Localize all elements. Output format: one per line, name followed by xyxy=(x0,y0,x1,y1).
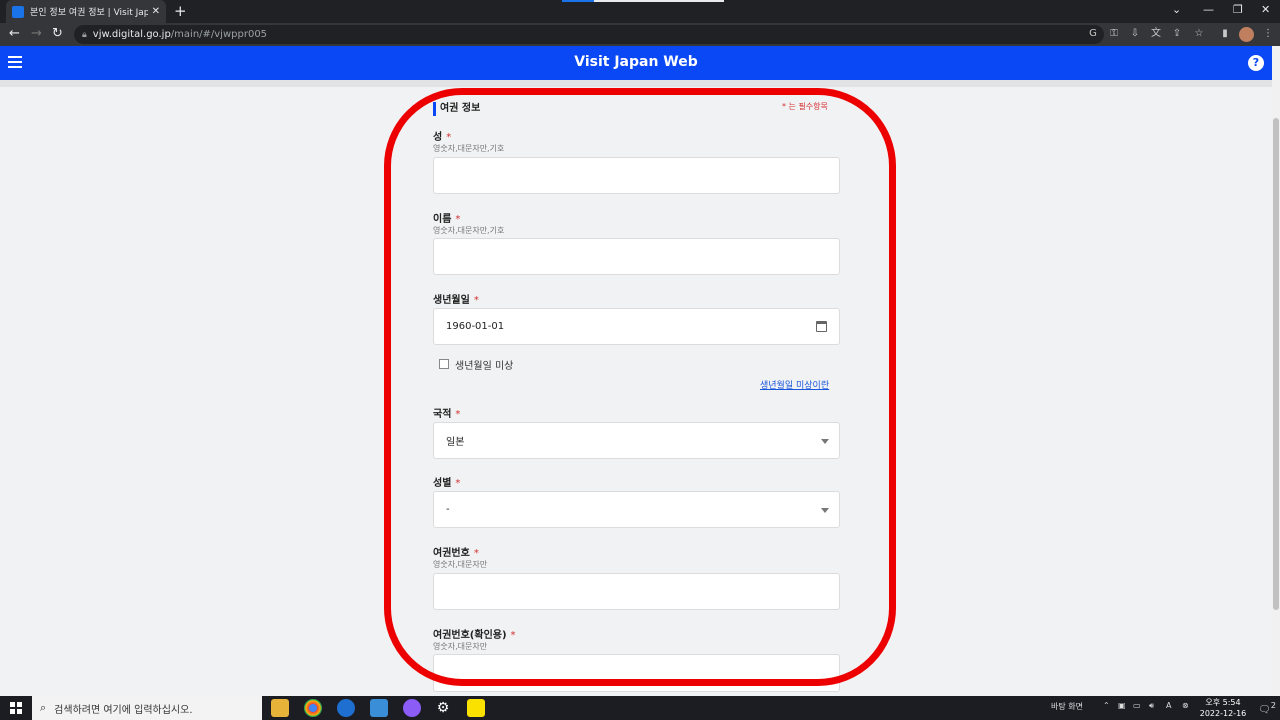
windows-start-icon[interactable] xyxy=(10,702,22,714)
help-icon[interactable]: ? xyxy=(1248,55,1264,71)
remote-desktop-icon[interactable] xyxy=(370,699,388,717)
internet-explorer-icon[interactable] xyxy=(337,699,355,717)
site-favicon-icon xyxy=(12,5,24,18)
key-icon[interactable]: ⚿ xyxy=(1108,28,1120,40)
page-scrollbar-thumb[interactable] xyxy=(1273,118,1279,610)
kakaotalk-icon[interactable] xyxy=(467,699,485,717)
browser-toolbar: ← → ↻ 🔒︎ vjw.digital.go.jp /main/#/vjwpp… xyxy=(0,23,1280,46)
volume-icon[interactable]: 🔊︎ xyxy=(1149,701,1154,711)
install-icon[interactable]: ⇩ xyxy=(1129,28,1141,40)
app-title: Visit Japan Web xyxy=(574,54,698,70)
chrome-icon[interactable] xyxy=(304,699,322,717)
tab-close-icon[interactable]: ✕ xyxy=(152,6,160,17)
taskbar-clock[interactable]: 오후 5:54 2022-12-16 xyxy=(1198,697,1248,719)
windows-taskbar: ⌕ 검색하려면 여기에 입력하십시오. ⚙ 바탕 화면 ⌃ ▣ ▭ 🔊︎ A ⊗… xyxy=(0,696,1280,720)
clock-time: 오후 5:54 xyxy=(1205,698,1241,707)
lock-icon: 🔒︎ xyxy=(82,29,87,40)
window-minimize-button[interactable]: — xyxy=(1203,3,1214,16)
desktop-toolbar-label[interactable]: 바탕 화면 xyxy=(1051,701,1083,712)
taskbar-search-placeholder: 검색하려면 여기에 입력하십시오. xyxy=(54,704,193,716)
url-host: vjw.digital.go.jp xyxy=(92,29,171,40)
new-tab-button[interactable]: + xyxy=(174,2,187,20)
header-shadow xyxy=(0,80,1272,87)
translate-icon[interactable]: 文 xyxy=(1150,28,1162,40)
network-icon[interactable]: ▭ xyxy=(1133,701,1141,710)
window-restore-button[interactable]: ❐ xyxy=(1233,3,1243,16)
tab-strip-accent-light xyxy=(594,0,724,2)
bookmark-star-icon[interactable]: ☆ xyxy=(1193,28,1205,40)
profile-avatar[interactable] xyxy=(1239,27,1254,42)
tab-search-icon[interactable]: ⌄ xyxy=(1172,3,1181,16)
tab-title: 본인 정보 여권 정보 | Visit Japan xyxy=(30,8,148,18)
input-mode-icon[interactable]: A xyxy=(1166,701,1171,710)
side-panel-icon[interactable]: ▮ xyxy=(1219,28,1231,40)
share-icon[interactable]: ⇪ xyxy=(1171,28,1183,40)
notification-count: 2 xyxy=(1270,700,1277,710)
clock-date: 2022-12-16 xyxy=(1199,709,1247,718)
notification-icon[interactable]: 🗨︎2 xyxy=(1258,700,1276,715)
address-bar[interactable]: 🔒︎ vjw.digital.go.jp /main/#/vjwppr005 xyxy=(74,25,1104,44)
back-arrow-icon[interactable]: ← xyxy=(9,26,20,41)
url-path: /main/#/vjwppr005 xyxy=(170,29,268,40)
tray-expand-icon[interactable]: ⌃ xyxy=(1103,701,1110,710)
search-icon: ⌕ xyxy=(40,701,47,714)
tray-app-icon[interactable]: ▣ xyxy=(1118,701,1126,710)
annotation-highlight xyxy=(384,88,896,686)
settings-gear-icon[interactable]: ⚙ xyxy=(434,699,452,717)
browser-tab-strip: 본인 정보 여권 정보 | Visit Japan ✕ + ⌄ — ❐ ✕ xyxy=(0,0,1280,23)
app-header: Visit Japan Web ? xyxy=(0,46,1272,80)
google-lens-icon[interactable]: G xyxy=(1087,28,1099,40)
file-explorer-icon[interactable] xyxy=(271,699,289,717)
tab-strip-accent xyxy=(562,0,594,2)
app-icon[interactable] xyxy=(403,699,421,717)
tray-settings-icon[interactable]: ⊗ xyxy=(1182,701,1189,710)
forward-arrow-icon[interactable]: → xyxy=(31,26,42,41)
chrome-menu-icon[interactable]: ⋮ xyxy=(1262,28,1274,40)
browser-tab[interactable]: 본인 정보 여권 정보 | Visit Japan ✕ xyxy=(6,0,166,23)
reload-icon[interactable]: ↻ xyxy=(52,26,63,41)
window-close-button[interactable]: ✕ xyxy=(1261,3,1270,16)
taskbar-search[interactable]: ⌕ 검색하려면 여기에 입력하십시오. xyxy=(32,696,262,720)
